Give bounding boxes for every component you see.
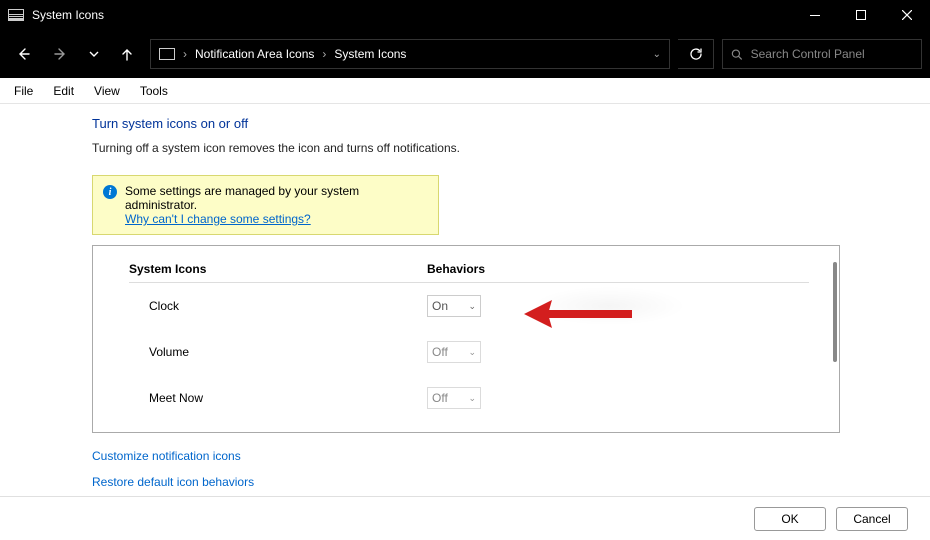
dialog-footer: OK Cancel bbox=[0, 496, 930, 540]
select-value: On bbox=[432, 299, 448, 313]
content-area: Turn system icons on or off Turning off … bbox=[0, 104, 930, 489]
column-header-icons: System Icons bbox=[129, 262, 427, 276]
icon-name: Volume bbox=[129, 345, 427, 359]
app-icon bbox=[8, 9, 24, 21]
table-row: Volume Off ⌄ bbox=[129, 329, 809, 375]
chevron-down-icon: ⌄ bbox=[468, 301, 476, 312]
recent-dropdown-button[interactable] bbox=[84, 39, 104, 69]
breadcrumb-item[interactable]: System Icons bbox=[334, 47, 406, 61]
forward-button[interactable] bbox=[46, 39, 76, 69]
select-value: Off bbox=[432, 391, 448, 405]
customize-link[interactable]: Customize notification icons bbox=[92, 449, 930, 463]
panel-scrollbar[interactable] bbox=[833, 262, 837, 362]
maximize-button[interactable] bbox=[838, 0, 884, 30]
chevron-right-icon: › bbox=[183, 47, 187, 61]
search-box[interactable] bbox=[722, 39, 922, 69]
chevron-down-icon[interactable]: ⌄ bbox=[653, 49, 661, 60]
location-icon bbox=[159, 48, 175, 60]
refresh-button[interactable] bbox=[678, 39, 714, 69]
chevron-right-icon: › bbox=[322, 47, 326, 61]
ok-button[interactable]: OK bbox=[754, 507, 826, 531]
table-row: Meet Now Off ⌄ bbox=[129, 375, 809, 421]
icon-name: Clock bbox=[129, 299, 427, 313]
chevron-down-icon: ⌄ bbox=[468, 347, 476, 358]
behavior-select-meet-now[interactable]: Off ⌄ bbox=[427, 387, 481, 409]
close-button[interactable] bbox=[884, 0, 930, 30]
behavior-select-clock[interactable]: On ⌄ bbox=[427, 295, 481, 317]
cancel-button[interactable]: Cancel bbox=[836, 507, 908, 531]
info-icon: i bbox=[103, 185, 117, 199]
select-value: Off bbox=[432, 345, 448, 359]
nav-bar: › Notification Area Icons › System Icons… bbox=[0, 30, 930, 78]
table-row: Clock On ⌄ bbox=[129, 283, 809, 329]
banner-text: Some settings are managed by your system… bbox=[125, 184, 359, 212]
menu-bar: File Edit View Tools bbox=[0, 78, 930, 104]
menu-tools[interactable]: Tools bbox=[130, 80, 178, 102]
menu-edit[interactable]: Edit bbox=[43, 80, 84, 102]
menu-view[interactable]: View bbox=[84, 80, 130, 102]
back-button[interactable] bbox=[8, 39, 38, 69]
breadcrumb-item[interactable]: Notification Area Icons bbox=[195, 47, 314, 61]
search-icon bbox=[731, 48, 743, 61]
address-bar[interactable]: › Notification Area Icons › System Icons… bbox=[150, 39, 670, 69]
icon-name: Meet Now bbox=[129, 391, 427, 405]
page-subtext: Turning off a system icon removes the ic… bbox=[92, 141, 930, 155]
search-input[interactable] bbox=[751, 47, 913, 61]
behavior-select-volume[interactable]: Off ⌄ bbox=[427, 341, 481, 363]
chevron-down-icon: ⌄ bbox=[468, 393, 476, 404]
system-icons-panel: System Icons Behaviors Clock On ⌄ Volume… bbox=[92, 245, 840, 433]
window-title: System Icons bbox=[32, 8, 104, 22]
column-header-behaviors: Behaviors bbox=[427, 262, 485, 276]
menu-file[interactable]: File bbox=[4, 80, 43, 102]
title-bar: System Icons bbox=[0, 0, 930, 30]
restore-defaults-link[interactable]: Restore default icon behaviors bbox=[92, 475, 930, 489]
page-heading: Turn system icons on or off bbox=[92, 116, 930, 131]
minimize-button[interactable] bbox=[792, 0, 838, 30]
up-button[interactable] bbox=[112, 39, 142, 69]
banner-help-link[interactable]: Why can't I change some settings? bbox=[125, 212, 311, 226]
admin-warning-banner: i Some settings are managed by your syst… bbox=[92, 175, 439, 235]
